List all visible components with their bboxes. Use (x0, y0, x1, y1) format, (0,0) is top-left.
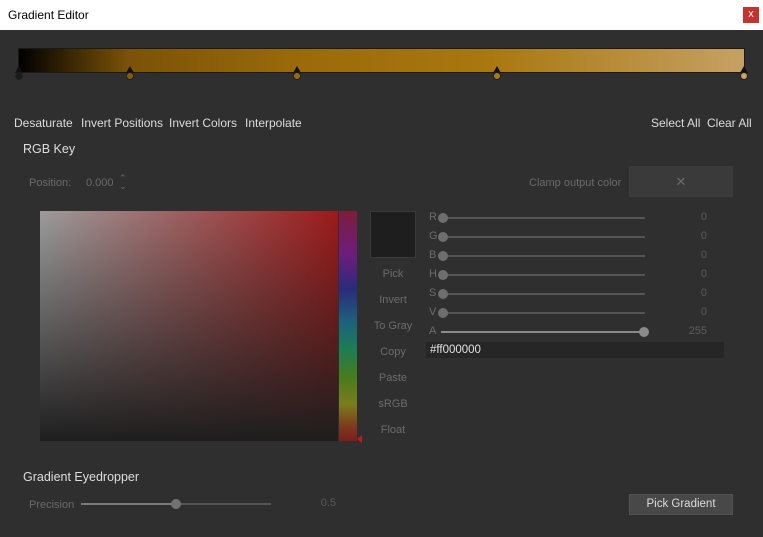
channel-slider-s[interactable]: S 0 (429, 287, 729, 301)
channel-slider-a[interactable]: A 255 (429, 325, 729, 339)
close-icon[interactable]: x (743, 7, 759, 23)
clear-all-button[interactable]: Clear All (707, 116, 752, 130)
to-gray-button[interactable]: To Gray (368, 320, 418, 332)
slider-track[interactable] (441, 331, 645, 333)
position-input[interactable]: 0.000 (86, 177, 114, 189)
slider-track[interactable] (441, 293, 645, 295)
slider-track[interactable] (441, 236, 645, 238)
channel-label: H (429, 268, 437, 280)
channel-label: G (429, 230, 438, 242)
gradient-stop-1[interactable] (14, 66, 24, 82)
pick-gradient-button[interactable]: Pick Gradient (629, 494, 733, 515)
slider-track[interactable] (441, 255, 645, 257)
window-title: Gradient Editor (8, 8, 89, 22)
precision-value[interactable]: 0.5 (310, 497, 336, 509)
channel-slider-v[interactable]: V 0 (429, 306, 729, 320)
precision-label: Precision (29, 499, 75, 511)
channel-value[interactable]: 0 (669, 306, 707, 318)
slider-knob[interactable] (639, 327, 649, 337)
gradient-stop-5[interactable] (739, 66, 749, 82)
invert-positions-button[interactable]: Invert Positions (81, 116, 163, 130)
slider-knob[interactable] (438, 251, 448, 261)
channel-slider-b[interactable]: B 0 (429, 249, 729, 263)
slider-track[interactable] (441, 312, 645, 314)
clamp-x-icon: ✕ (675, 174, 687, 189)
srgb-button[interactable]: sRGB (368, 398, 418, 410)
channel-slider-r[interactable]: R 0 (429, 211, 729, 225)
channel-label: B (429, 249, 437, 261)
paste-button[interactable]: Paste (368, 372, 418, 384)
desaturate-button[interactable]: Desaturate (14, 116, 73, 130)
select-all-button[interactable]: Select All (651, 116, 700, 130)
title-bar: Gradient Editor x (0, 0, 763, 30)
invert-colors-button[interactable]: Invert Colors (169, 116, 237, 130)
copy-button[interactable]: Copy (368, 346, 418, 358)
gradient-stop-3[interactable] (292, 66, 302, 82)
channel-label: V (429, 306, 437, 318)
slider-track[interactable] (441, 274, 645, 276)
precision-slider-fill (81, 503, 176, 505)
slider-knob[interactable] (438, 289, 448, 299)
slider-knob[interactable] (438, 232, 448, 242)
slider-knob[interactable] (438, 270, 448, 280)
slider-knob[interactable] (438, 308, 448, 318)
saturation-value-picker[interactable] (40, 211, 338, 441)
channel-label: R (429, 211, 437, 223)
channel-slider-h[interactable]: H 0 (429, 268, 729, 282)
channel-value[interactable]: 255 (669, 325, 707, 337)
channel-value[interactable]: 0 (669, 249, 707, 261)
slider-track[interactable] (441, 217, 645, 219)
gradient-eyedropper-heading: Gradient Eyedropper (23, 470, 140, 484)
hue-slider[interactable] (339, 211, 357, 441)
slider-knob[interactable] (438, 213, 448, 223)
rgb-key-heading: RGB Key (23, 142, 76, 156)
clamp-output-color-label: Clamp output color (529, 177, 622, 189)
invert-button[interactable]: Invert (368, 294, 418, 306)
position-label: Position: (29, 177, 72, 189)
interpolate-button[interactable]: Interpolate (245, 116, 302, 130)
hex-color-input[interactable]: #ff000000 (426, 342, 724, 358)
channel-value[interactable]: 0 (669, 268, 707, 280)
precision-slider-knob[interactable] (171, 499, 181, 509)
gradient-stop-2[interactable] (125, 66, 135, 82)
channel-slider-g[interactable]: G 0 (429, 230, 729, 244)
position-spinner-icon[interactable]: ⌃ ⌄ (119, 174, 127, 191)
channel-label: A (429, 325, 437, 337)
channel-value[interactable]: 0 (669, 230, 707, 242)
pick-button[interactable]: Pick (368, 268, 418, 280)
channel-label: S (429, 287, 437, 299)
gradient-stop-4[interactable] (492, 66, 502, 82)
current-color-swatch (370, 211, 416, 258)
hue-marker-icon[interactable] (357, 435, 362, 443)
channel-value[interactable]: 0 (669, 287, 707, 299)
float-button[interactable]: Float (368, 424, 418, 436)
clamp-output-color-checkbox[interactable]: ✕ (629, 166, 733, 197)
channel-value[interactable]: 0 (669, 211, 707, 223)
